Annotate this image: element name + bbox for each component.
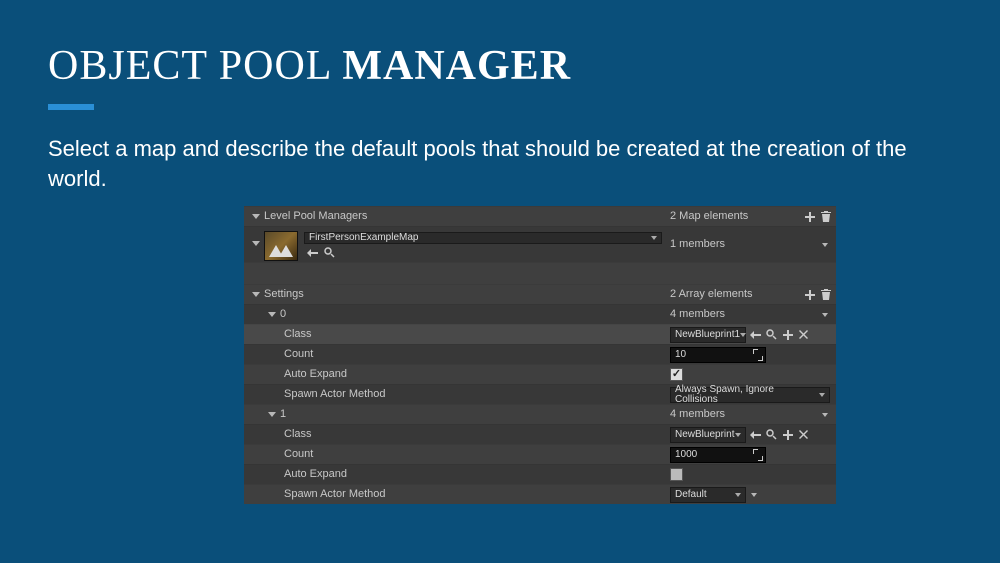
count-label: Count — [284, 449, 313, 460]
page-title: OBJECT POOL MANAGER — [48, 42, 952, 90]
clear-icon[interactable] — [797, 428, 810, 441]
map-row: FirstPersonExampleMap 1 members — [244, 226, 836, 262]
chevron-down-icon — [651, 236, 657, 240]
entry-summary: 4 members — [670, 309, 725, 320]
spawn-method-dropdown[interactable]: Always Spawn, Ignore Collisions — [670, 387, 830, 403]
title-bold: MANAGER — [342, 43, 571, 89]
map-summary: 1 members — [670, 239, 725, 250]
count-row: Count 1000 — [244, 444, 836, 464]
class-label: Class — [284, 329, 312, 340]
details-panel: Level Pool Managers 2 Map elements First — [244, 206, 836, 504]
arrow-left-icon[interactable] — [749, 428, 762, 441]
title-underline — [48, 104, 94, 110]
arrow-left-icon[interactable] — [749, 328, 762, 341]
auto-expand-row: Auto Expand ✓ — [244, 364, 836, 384]
count-input[interactable]: 10 — [670, 347, 766, 363]
spawn-method-row: Spawn Actor Method Default — [244, 484, 836, 504]
clear-icon[interactable] — [797, 328, 810, 341]
header-summary: 2 Map elements — [670, 211, 748, 222]
spawn-method-row: Spawn Actor Method Always Spawn, Ignore … — [244, 384, 836, 404]
chevron-down-icon[interactable] — [751, 493, 757, 497]
spawn-method-value: Always Spawn, Ignore Collisions — [675, 385, 819, 405]
spawn-method-label: Spawn Actor Method — [284, 389, 386, 400]
auto-expand-label: Auto Expand — [284, 469, 347, 480]
expand-icon[interactable] — [252, 241, 260, 246]
entry-index: 0 — [280, 309, 286, 320]
settings-summary: 2 Array elements — [670, 289, 753, 300]
class-label: Class — [284, 429, 312, 440]
arrow-left-icon[interactable] — [306, 246, 319, 259]
entry-header-1: 1 4 members — [244, 404, 836, 424]
class-value: NewBlueprint — [675, 430, 734, 440]
expand-corners-icon — [753, 349, 763, 361]
spawn-method-dropdown[interactable]: Default — [670, 487, 746, 503]
entry-summary: 4 members — [670, 409, 725, 420]
expand-icon[interactable] — [252, 214, 260, 219]
add-icon[interactable] — [803, 288, 816, 301]
expand-icon[interactable] — [252, 292, 260, 297]
auto-expand-label: Auto Expand — [284, 369, 347, 380]
expand-icon[interactable] — [268, 312, 276, 317]
browse-icon[interactable] — [323, 246, 336, 259]
browse-icon[interactable] — [765, 328, 778, 341]
map-thumbnail — [264, 231, 298, 261]
entry-index: 1 — [280, 409, 286, 420]
trash-icon[interactable] — [819, 210, 832, 223]
chevron-down-icon — [735, 493, 741, 497]
chevron-down-icon[interactable] — [822, 243, 828, 247]
expand-icon[interactable] — [268, 412, 276, 417]
expand-corners-icon — [753, 449, 763, 461]
settings-label: Settings — [264, 289, 304, 300]
spacer — [244, 262, 836, 284]
entry-header-0: 0 4 members — [244, 304, 836, 324]
class-row: Class NewBlueprint1 — [244, 324, 836, 344]
spawn-method-label: Spawn Actor Method — [284, 489, 386, 500]
chevron-down-icon — [735, 433, 741, 437]
count-row: Count 10 — [244, 344, 836, 364]
auto-expand-row: Auto Expand ✓ — [244, 464, 836, 484]
chevron-down-icon[interactable] — [822, 313, 828, 317]
trash-icon[interactable] — [819, 288, 832, 301]
add-icon[interactable] — [803, 210, 816, 223]
class-value: NewBlueprint1 — [675, 330, 740, 340]
header-label: Level Pool Managers — [264, 211, 367, 222]
browse-icon[interactable] — [765, 428, 778, 441]
chevron-down-icon — [740, 333, 746, 337]
spawn-method-value: Default — [675, 490, 707, 500]
chevron-down-icon[interactable] — [822, 413, 828, 417]
auto-expand-checkbox[interactable]: ✓ — [670, 368, 683, 381]
settings-row: Settings 2 Array elements — [244, 284, 836, 304]
class-dropdown[interactable]: NewBlueprint1 — [670, 327, 746, 343]
class-dropdown[interactable]: NewBlueprint — [670, 427, 746, 443]
add-icon[interactable] — [781, 328, 794, 341]
count-input[interactable]: 1000 — [670, 447, 766, 463]
header-row: Level Pool Managers 2 Map elements — [244, 206, 836, 226]
title-thin: OBJECT POOL — [48, 43, 342, 89]
map-dropdown[interactable]: FirstPersonExampleMap — [304, 232, 662, 244]
auto-expand-checkbox[interactable]: ✓ — [670, 468, 683, 481]
add-icon[interactable] — [781, 428, 794, 441]
class-row: Class NewBlueprint — [244, 424, 836, 444]
count-value: 1000 — [675, 450, 697, 460]
subtitle: Select a map and describe the default po… — [48, 134, 952, 193]
count-value: 10 — [675, 350, 686, 360]
count-label: Count — [284, 349, 313, 360]
chevron-down-icon — [819, 393, 825, 397]
map-name: FirstPersonExampleMap — [309, 233, 418, 243]
